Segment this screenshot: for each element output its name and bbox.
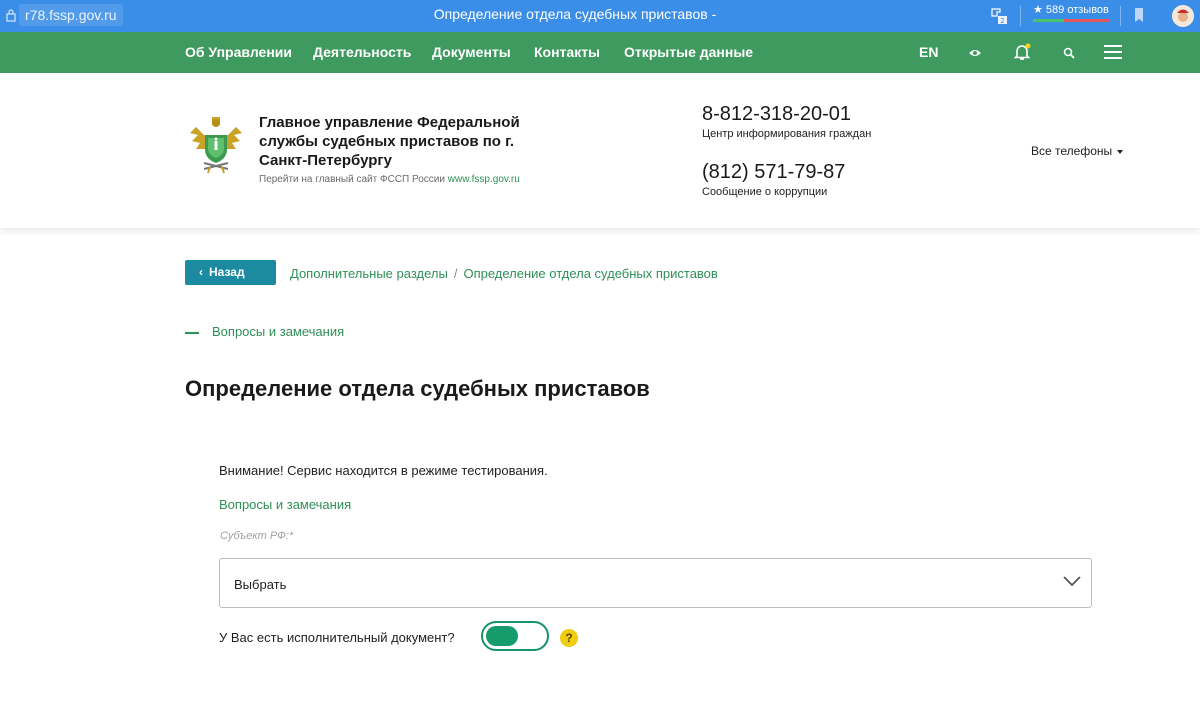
extension-badge: 2 <box>1000 17 1004 25</box>
avatar[interactable] <box>1172 5 1194 27</box>
site-header: Главное управление Федеральной службы су… <box>0 73 1200 228</box>
bookmark-icon[interactable] <box>1133 7 1145 23</box>
feedback-link[interactable]: Вопросы и замечания <box>219 497 351 512</box>
test-mode-warning: Внимание! Сервис находится в режиме тест… <box>219 463 548 478</box>
all-phones-dropdown[interactable]: Все телефоны <box>1031 144 1124 158</box>
bell-icon[interactable] <box>1013 42 1031 62</box>
subject-select[interactable]: Выбрать <box>219 558 1092 608</box>
rating-bar <box>1033 19 1110 22</box>
organization-name[interactable]: Главное управление Федеральной службы су… <box>259 113 539 170</box>
menu-icon[interactable] <box>1104 45 1122 59</box>
extension-icon[interactable]: 2 <box>988 5 1008 25</box>
nav-item-open-data[interactable]: Открытые данные <box>624 44 753 60</box>
language-switch[interactable]: EN <box>919 44 938 60</box>
help-icon[interactable]: ? <box>560 629 578 647</box>
chevron-left-icon: ‹ <box>199 265 203 279</box>
main-navigation: Об Управлении Деятельность Документы Кон… <box>0 32 1200 73</box>
browser-top-bar: r78.fssp.gov.ru Определение отдела судеб… <box>0 0 1200 32</box>
phone-corruption-label: Сообщение о коррупции <box>702 186 828 198</box>
main-site-link[interactable]: www.fssp.gov.ru <box>448 174 520 185</box>
side-feedback-link[interactable]: Вопросы и замечания <box>185 324 344 339</box>
breadcrumb: Дополнительные разделы / Определение отдел… <box>290 266 718 281</box>
nav-item-documents[interactable]: Документы <box>432 44 511 60</box>
search-icon[interactable] <box>1063 47 1075 59</box>
divider <box>1020 6 1021 26</box>
breadcrumb-item-current[interactable]: Определение отдела судебных приставов <box>463 266 717 281</box>
breadcrumb-item-additional-sections[interactable]: Дополнительные разделы <box>290 266 448 281</box>
emblem-icon[interactable] <box>188 113 244 175</box>
nav-item-about[interactable]: Об Управлении <box>185 44 292 60</box>
subject-select-value: Выбрать <box>234 577 287 592</box>
eye-icon[interactable] <box>968 48 982 58</box>
avatar-icon <box>1172 5 1194 27</box>
nav-item-activity[interactable]: Деятельность <box>313 44 411 60</box>
executive-document-question: У Вас есть исполнительный документ? <box>219 630 455 645</box>
back-button[interactable]: ‹ Назад <box>185 260 276 285</box>
chevron-down-icon <box>1063 576 1081 587</box>
phone-info-center[interactable]: 8-812-318-20-01 <box>702 103 851 126</box>
breadcrumb-separator: / <box>453 266 458 281</box>
phone-corruption[interactable]: (812) 571-79-87 <box>702 161 845 184</box>
subject-field-label: Субъект РФ:* <box>220 530 294 542</box>
executive-document-toggle[interactable] <box>481 621 549 651</box>
caret-down-icon <box>1117 149 1124 154</box>
page-title: Определение отдела судебных приставов <box>185 376 650 401</box>
divider <box>1120 6 1121 26</box>
phone-info-center-label: Центр информирования граждан <box>702 128 872 140</box>
toggle-knob <box>486 626 518 646</box>
nav-item-contacts[interactable]: Контакты <box>534 44 600 60</box>
dash-icon <box>185 331 199 334</box>
tab-title: Определение отдела судебных приставов - <box>433 6 717 22</box>
main-site-link-text: Перейти на главный сайт ФССП России www.… <box>259 174 520 185</box>
reviews-rating[interactable]: ★ 589 отзывов <box>1033 3 1109 16</box>
